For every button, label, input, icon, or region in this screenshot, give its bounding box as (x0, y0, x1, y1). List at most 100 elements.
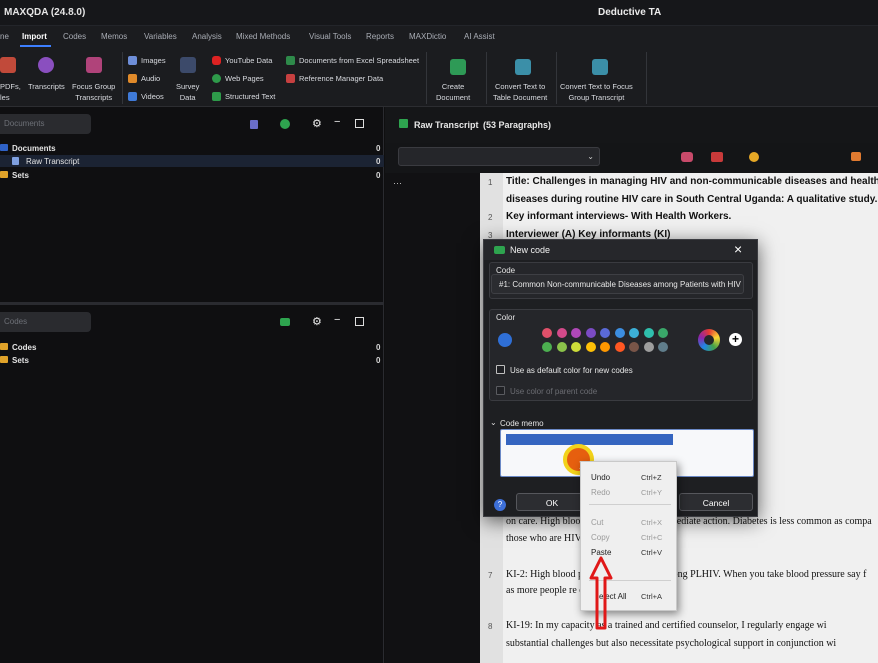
audio-button[interactable]: Audio (141, 73, 160, 84)
new-code-icon[interactable] (280, 318, 290, 326)
menu-maxdictio[interactable]: MAXDictio (409, 32, 446, 41)
transcript-icon (38, 57, 54, 73)
convert-to-focus-group-button[interactable]: Convert Text to Focus Group Transcript (560, 81, 633, 103)
create-document-button[interactable]: Create Document (436, 81, 470, 103)
color-swatch[interactable] (542, 328, 552, 338)
transcripts-button[interactable]: Transcripts (28, 81, 65, 92)
color-swatch[interactable] (542, 342, 552, 352)
menu-item-cut: Cut (591, 518, 604, 527)
maximize-icon[interactable] (355, 317, 364, 326)
app-title: MAXQDA (24.8.0) (4, 7, 86, 18)
structured-text-icon (212, 92, 221, 101)
color-wheel-icon[interactable] (698, 329, 720, 351)
close-icon[interactable]: × (734, 241, 742, 257)
help-icon[interactable]: ? (494, 499, 506, 511)
document-title: Raw Transcript (414, 120, 479, 130)
color-swatch[interactable] (556, 328, 567, 338)
images-button[interactable]: Images (141, 55, 166, 66)
codes-tree-root[interactable]: Codes (12, 343, 36, 352)
pane-splitter[interactable] (0, 302, 384, 305)
youtube-data-button[interactable]: YouTube Data (225, 55, 272, 66)
excel-import-button[interactable]: Documents from Excel Spreadsheet (299, 55, 419, 66)
youtube-icon (212, 56, 221, 65)
parent-color-label: Use color of parent code (510, 387, 598, 396)
dialog-title: New code (510, 245, 551, 255)
survey-data-button[interactable]: Survey Data (176, 81, 199, 103)
minimize-icon[interactable]: − (334, 116, 340, 128)
highlight-icon[interactable] (681, 152, 693, 162)
sets-folder-icon (0, 171, 8, 178)
focus-group-button[interactable]: Focus Group Transcripts (72, 81, 115, 103)
color-swatch[interactable] (600, 328, 610, 338)
color-code-icon[interactable] (711, 152, 723, 162)
cancel-button[interactable]: Cancel (679, 493, 753, 511)
more-options-icon[interactable]: ··· (393, 178, 402, 188)
memo-icon[interactable] (851, 152, 861, 161)
minimize-icon[interactable]: − (334, 314, 340, 326)
codes-search-input[interactable]: Codes (0, 312, 91, 332)
paragraph-number[interactable]: 1 (488, 178, 492, 187)
color-swatch[interactable] (600, 342, 610, 352)
ribbon-divider (426, 52, 427, 104)
maximize-icon[interactable] (355, 119, 364, 128)
add-color-icon[interactable]: + (729, 333, 742, 346)
videos-button[interactable]: Videos (141, 91, 164, 102)
code-name-input[interactable]: #1: Common Non-communicable Diseases amo… (491, 274, 744, 294)
document-sets-item[interactable]: Sets (12, 171, 29, 180)
menu-item-undo[interactable]: Undo (591, 473, 610, 482)
code-select-dropdown[interactable]: ⌄ (398, 147, 600, 166)
import-pdfs-button[interactable]: PDFs, les (0, 81, 21, 103)
undo-shortcut: Ctrl+Z (641, 473, 662, 482)
color-swatch[interactable] (571, 328, 581, 338)
code-sets-item[interactable]: Sets (12, 356, 29, 365)
menu-mixed-methods[interactable]: Mixed Methods (236, 32, 290, 41)
chevron-down-icon: ⌄ (587, 152, 594, 161)
menu-codes[interactable]: Codes (63, 32, 86, 41)
color-swatch[interactable] (571, 342, 581, 352)
color-swatch[interactable] (556, 342, 567, 352)
paragraph-number[interactable]: 7 (488, 571, 492, 580)
menu-import[interactable]: Import (22, 32, 47, 41)
select-all-shortcut: Ctrl+A (641, 592, 663, 601)
web-pages-button[interactable]: Web Pages (225, 73, 264, 84)
color-swatch[interactable] (658, 328, 668, 338)
color-swatch[interactable] (643, 328, 654, 338)
code-sets-count: 0 (376, 356, 381, 365)
color-swatch[interactable] (585, 328, 596, 338)
menu-memos[interactable]: Memos (101, 32, 127, 41)
color-swatch[interactable] (658, 342, 668, 352)
convert-to-table-button[interactable]: Convert Text to Table Document (493, 81, 547, 103)
documents-tree-root[interactable]: Documents (12, 144, 56, 153)
paragraph-number[interactable]: 2 (488, 213, 492, 222)
gear-icon[interactable]: ⚙ (312, 315, 322, 328)
gear-icon[interactable]: ⚙ (312, 117, 322, 130)
color-swatch[interactable] (585, 342, 596, 352)
document-icon[interactable] (250, 120, 258, 129)
color-swatch[interactable] (643, 342, 654, 352)
menu-bar: ne Import Codes Memos Variables Analysis… (0, 26, 878, 47)
selected-color-swatch[interactable] (498, 333, 512, 347)
menu-analysis[interactable]: Analysis (192, 32, 222, 41)
menu-home[interactable]: ne (0, 32, 9, 41)
color-swatch[interactable] (629, 342, 639, 352)
ok-button[interactable]: OK (516, 493, 588, 511)
raw-transcript-item[interactable]: Raw Transcript (26, 157, 79, 166)
convert-table-icon (515, 59, 531, 75)
menu-ai-assist[interactable]: AI Assist (464, 32, 495, 41)
reference-manager-button[interactable]: Reference Manager Data (299, 73, 383, 84)
structured-text-button[interactable]: Structured Text (225, 91, 275, 102)
edit-document-icon[interactable] (399, 119, 408, 128)
documents-search-input[interactable]: Documents (0, 114, 91, 134)
default-color-checkbox[interactable] (496, 365, 505, 374)
color-swatch[interactable] (629, 328, 639, 338)
paragraph-number[interactable]: 8 (488, 622, 492, 631)
emoticode-icon[interactable] (749, 152, 759, 162)
menu-variables[interactable]: Variables (144, 32, 177, 41)
add-icon[interactable] (280, 119, 290, 129)
menu-visual-tools[interactable]: Visual Tools (309, 32, 351, 41)
menu-item-redo: Redo (591, 488, 611, 497)
chevron-down-icon[interactable]: ⌄ (490, 418, 497, 427)
menu-reports[interactable]: Reports (366, 32, 394, 41)
color-swatch[interactable] (614, 328, 625, 338)
color-swatch[interactable] (614, 342, 625, 352)
